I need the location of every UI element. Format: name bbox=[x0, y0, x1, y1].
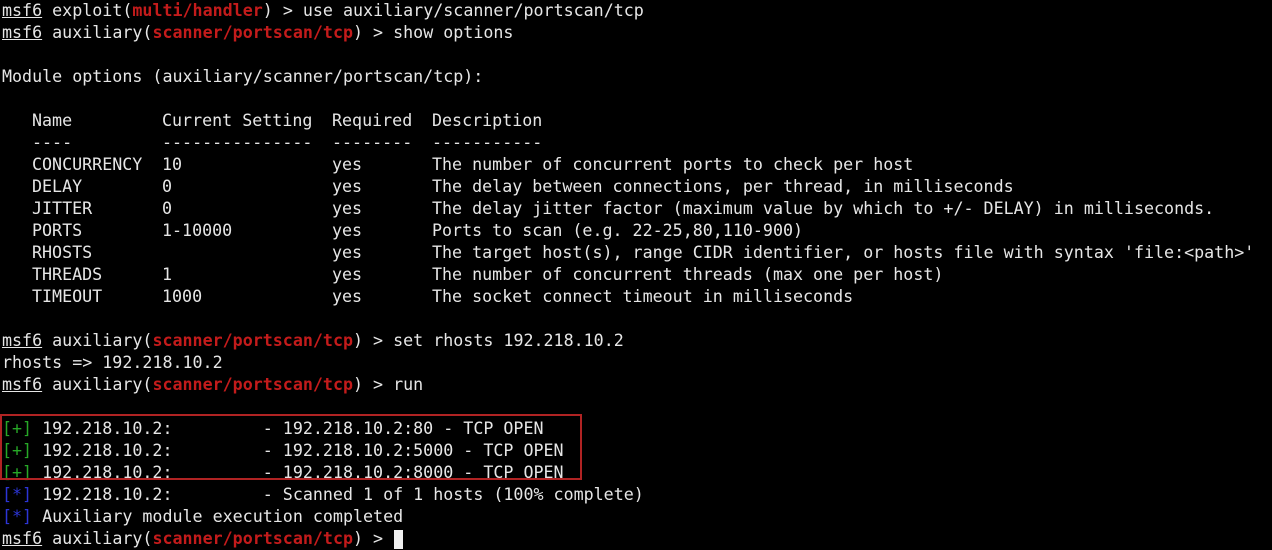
result-line: [*] Auxiliary module execution completed bbox=[0, 506, 1272, 528]
option-name: JITTER bbox=[32, 199, 93, 218]
prompt-name: msf6 bbox=[2, 529, 43, 548]
option-row-delay: DELAY 0 yes The delay between connections, … bbox=[0, 176, 1272, 198]
text-cursor[interactable] bbox=[394, 530, 404, 549]
option-current-setting: 0 bbox=[162, 177, 173, 196]
option-description: The delay between connections, per threa… bbox=[432, 177, 1014, 196]
option-description: The number of concurrent ports to check … bbox=[432, 155, 914, 174]
option-current-setting: 0 bbox=[162, 199, 173, 218]
option-required: yes bbox=[332, 287, 363, 306]
options-table-body: CONCURRENCY 10 yes The number of concurrent… bbox=[0, 154, 1272, 308]
prompt-name: msf6 bbox=[2, 331, 43, 350]
option-required: yes bbox=[332, 177, 363, 196]
command-line-set-rhosts: msf6 auxiliary(scanner/portscan/tcp) > s… bbox=[2, 331, 624, 350]
command-line-run: msf6 auxiliary(scanner/portscan/tcp) > r… bbox=[2, 375, 424, 394]
result-line: [*] 192.218.10.2: - Scanned 1 of 1 hosts… bbox=[0, 484, 1272, 506]
option-row-concurrency: CONCURRENCY 10 yes The number of concurrent… bbox=[0, 154, 1272, 176]
option-description: The number of concurrent threads (max on… bbox=[432, 265, 944, 284]
result-line: [+] 192.218.10.2: - 192.218.10.2:5000 - … bbox=[0, 440, 1272, 462]
result-text: 192.218.10.2: - Scanned 1 of 1 hosts (10… bbox=[32, 485, 644, 504]
module-options-title: Module options (auxiliary/scanner/portsc… bbox=[2, 67, 484, 86]
result-text: Auxiliary module execution completed bbox=[32, 507, 404, 526]
info-tag: [*] bbox=[2, 485, 33, 504]
result-text: 192.218.10.2: - 192.218.10.2:8000 - TCP … bbox=[32, 463, 564, 482]
option-name: RHOSTS bbox=[32, 243, 93, 262]
option-current-setting: 1000 bbox=[162, 287, 203, 306]
result-text: 192.218.10.2: - 192.218.10.2:80 - TCP OP… bbox=[32, 419, 544, 438]
prompt-name: msf6 bbox=[2, 375, 43, 394]
history-line-use: msf6 exploit(multi/handler) > use auxili… bbox=[2, 1, 644, 20]
option-required: yes bbox=[332, 265, 363, 284]
option-current-setting: 1-10000 bbox=[162, 221, 233, 240]
result-line: [+] 192.218.10.2: - 192.218.10.2:8000 - … bbox=[0, 462, 1272, 484]
options-table-header: Name Current Setting Required Description bbox=[0, 110, 1272, 132]
option-name: TIMEOUT bbox=[32, 287, 103, 306]
module-name: scanner/portscan/tcp bbox=[152, 23, 353, 42]
success-tag: [+] bbox=[2, 441, 33, 460]
success-tag: [+] bbox=[2, 463, 33, 482]
result-line: [+] 192.218.10.2: - 192.218.10.2:80 - TC… bbox=[0, 418, 1272, 440]
option-name: DELAY bbox=[32, 177, 83, 196]
option-description: The target host(s), range CIDR identifie… bbox=[432, 243, 1255, 262]
module-name: multi/handler bbox=[132, 1, 263, 20]
option-row-ports: PORTS 1-10000 yes Ports to scan (e.g. 22-25… bbox=[0, 220, 1272, 242]
result-text: 192.218.10.2: - 192.218.10.2:5000 - TCP … bbox=[32, 441, 564, 460]
option-name: THREADS bbox=[32, 265, 103, 284]
prompt-name: msf6 bbox=[2, 23, 43, 42]
header-name: Name bbox=[32, 111, 73, 130]
info-tag: [*] bbox=[2, 507, 33, 526]
option-description: The socket connect timeout in millisecon… bbox=[432, 287, 854, 306]
success-tag: [+] bbox=[2, 419, 33, 438]
set-result-line: rhosts => 192.218.10.2 bbox=[2, 353, 223, 372]
option-row-rhosts: RHOSTS yes The target host(s), range CIDR … bbox=[0, 242, 1272, 264]
terminal-window[interactable]: msf6 exploit(multi/handler) > use auxili… bbox=[0, 0, 1272, 549]
module-name: scanner/portscan/tcp bbox=[152, 331, 353, 350]
option-row-threads: THREADS 1 yes The number of concurrent thre… bbox=[0, 264, 1272, 286]
option-row-timeout: TIMEOUT 1000 yes The socket connect timeout… bbox=[0, 286, 1272, 308]
module-name: scanner/portscan/tcp bbox=[152, 375, 353, 394]
option-required: yes bbox=[332, 221, 363, 240]
option-required: yes bbox=[332, 243, 363, 262]
option-required: yes bbox=[332, 155, 363, 174]
option-name: PORTS bbox=[32, 221, 83, 240]
header-required: Required bbox=[332, 111, 413, 130]
option-description: Ports to scan (e.g. 22-25,80,110-900) bbox=[432, 221, 804, 240]
option-current-setting: 10 bbox=[162, 155, 183, 174]
prompt-name: msf6 bbox=[2, 1, 43, 20]
header-description: Description bbox=[432, 111, 543, 130]
header-current-setting: Current Setting bbox=[162, 111, 313, 130]
scan-results: [+] 192.218.10.2: - 192.218.10.2:80 - TC… bbox=[0, 418, 1272, 528]
history-line-show-options: msf6 auxiliary(scanner/portscan/tcp) > s… bbox=[2, 23, 514, 42]
options-table-underline: ---- --------------- -------- ----------- bbox=[32, 133, 543, 152]
module-name: scanner/portscan/tcp bbox=[152, 529, 353, 548]
option-required: yes bbox=[332, 199, 363, 218]
option-row-jitter: JITTER 0 yes The delay jitter factor (maxim… bbox=[0, 198, 1272, 220]
option-current-setting: 1 bbox=[162, 265, 173, 284]
option-description: The delay jitter factor (maximum value b… bbox=[432, 199, 1215, 218]
option-name: CONCURRENCY bbox=[32, 155, 143, 174]
